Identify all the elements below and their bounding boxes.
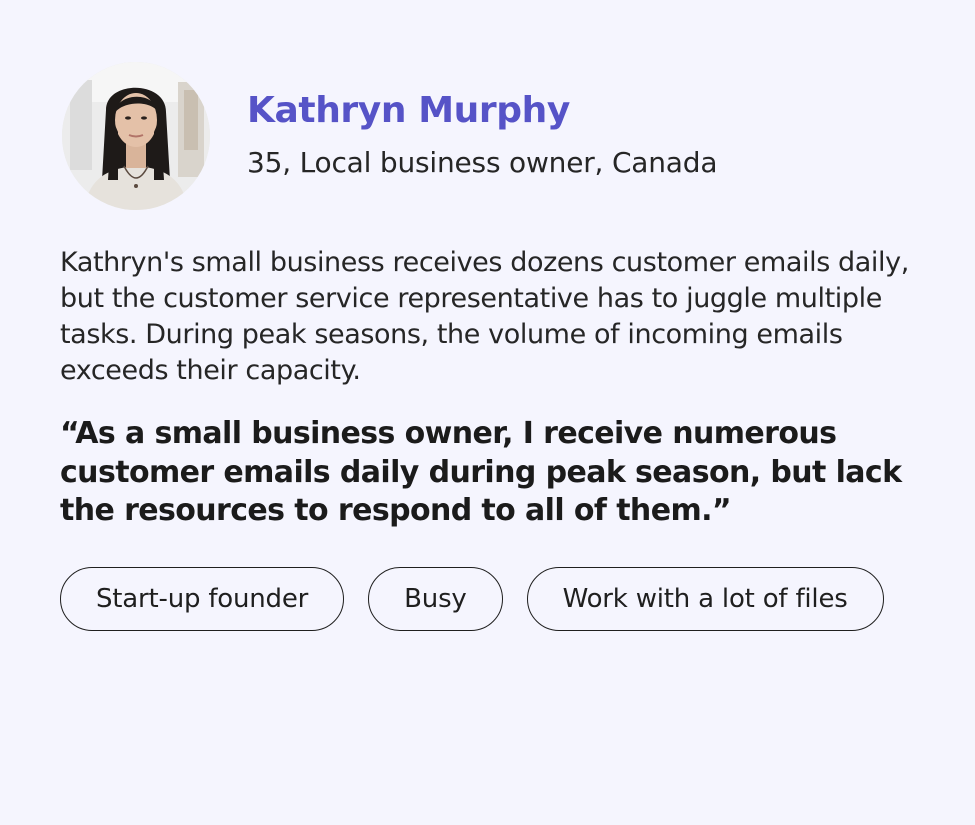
persona-name: Kathryn Murphy: [247, 90, 570, 131]
avatar-portrait-image: [62, 62, 210, 210]
tag-work-with-files: Work with a lot of files: [526, 567, 884, 631]
tag-busy: Busy: [368, 567, 503, 631]
persona-card: Kathryn Murphy 35, Local business owner,…: [0, 0, 975, 825]
persona-quote: “As a small business owner, I receive nu…: [60, 416, 902, 528]
persona-description: Kathryn's small business receives dozens…: [60, 247, 909, 386]
tag-start-up-founder: Start-up founder: [60, 567, 345, 631]
avatar: [62, 62, 210, 210]
tag-list: Start-up founder Busy Work with a lot of…: [60, 567, 884, 631]
persona-subtitle: 35, Local business owner, Canada: [247, 146, 718, 179]
